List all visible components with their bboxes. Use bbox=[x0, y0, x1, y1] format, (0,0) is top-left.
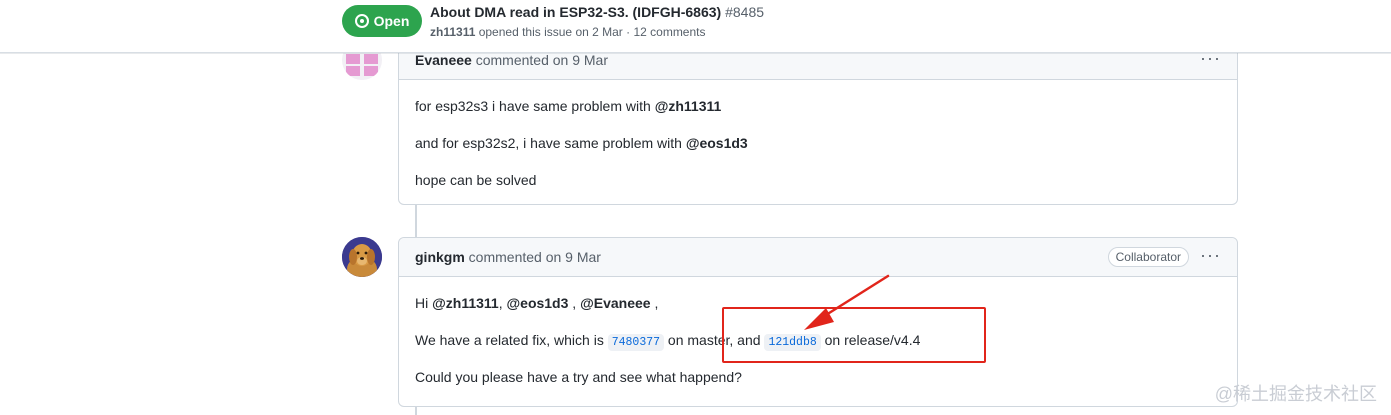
comment-timestamp[interactable]: commented on 9 Mar bbox=[465, 249, 601, 265]
dog-avatar-image bbox=[342, 237, 382, 277]
issue-meta-text: opened this issue on 2 Mar · 12 comments bbox=[475, 25, 706, 39]
kebab-horizontal-icon[interactable]: ··· bbox=[1200, 49, 1221, 67]
user-mention[interactable]: @zh11311 bbox=[432, 295, 499, 311]
paragraph-text: , bbox=[650, 295, 659, 311]
comment-author-link[interactable]: ginkgm bbox=[415, 249, 465, 265]
paragraph-text: We have a related fix, which is bbox=[415, 332, 608, 348]
user-mention[interactable]: @eos1d3 bbox=[686, 135, 748, 151]
kebab-horizontal-icon[interactable]: ··· bbox=[1200, 246, 1221, 264]
issue-meta: zh11311 opened this issue on 2 Mar · 12 … bbox=[430, 25, 706, 39]
comment-body: for esp32s3 i have same problem with @zh… bbox=[415, 96, 748, 207]
timeline-connector bbox=[415, 205, 417, 237]
paragraph-text: , bbox=[568, 295, 581, 311]
issue-title-text[interactable]: About DMA read in ESP32-S3. (IDFGH-6863) bbox=[430, 4, 721, 20]
commit-link[interactable]: 7480377 bbox=[607, 334, 665, 351]
paragraph-text: for esp32s3 i have same problem with bbox=[415, 98, 655, 114]
watermark-text: @稀土掘金技术社区 bbox=[1214, 384, 1377, 404]
user-mention[interactable]: @eos1d3 bbox=[507, 295, 569, 311]
collaborator-badge: Collaborator bbox=[1107, 247, 1189, 267]
sticky-issue-header: Open About DMA read in ESP32-S3. (IDFGH-… bbox=[0, 0, 1391, 53]
issue-opener-link[interactable]: zh11311 bbox=[430, 25, 475, 39]
comment-paragraph: for esp32s3 i have same problem with @zh… bbox=[415, 96, 748, 133]
comment-paragraph: Could you please have a try and see what… bbox=[415, 369, 742, 385]
paragraph-text: , bbox=[498, 295, 507, 311]
paragraph-text: Hi bbox=[415, 295, 433, 311]
comment-paragraph: and for esp32s2, i have same problem wit… bbox=[415, 133, 748, 170]
issue-state-badge: Open bbox=[342, 5, 422, 37]
comment-header-text: ginkgm commented on 9 Mar bbox=[415, 249, 601, 265]
comment-paragraph: hope can be solved bbox=[415, 172, 537, 188]
comment-header-text: Evaneee commented on 9 Mar bbox=[415, 52, 608, 68]
comment-evaneee: Evaneee commented on 9 Mar ··· for esp32… bbox=[398, 40, 1238, 205]
annotation-arrow-icon bbox=[804, 274, 890, 330]
issue-title[interactable]: About DMA read in ESP32-S3. (IDFGH-6863)… bbox=[430, 4, 764, 20]
user-mention[interactable]: @zh11311 bbox=[655, 98, 722, 114]
comment-author-link[interactable]: Evaneee bbox=[415, 52, 472, 68]
issue-opened-icon bbox=[354, 14, 369, 28]
paragraph-text: and for esp32s2, i have same problem wit… bbox=[415, 135, 686, 151]
issue-number: #8485 bbox=[725, 4, 765, 20]
issue-state-label: Open bbox=[373, 13, 410, 29]
user-mention[interactable]: @Evaneee bbox=[580, 295, 650, 311]
avatar-ginkgm[interactable] bbox=[342, 237, 382, 277]
comment-timestamp[interactable]: commented on 9 Mar bbox=[472, 52, 608, 68]
